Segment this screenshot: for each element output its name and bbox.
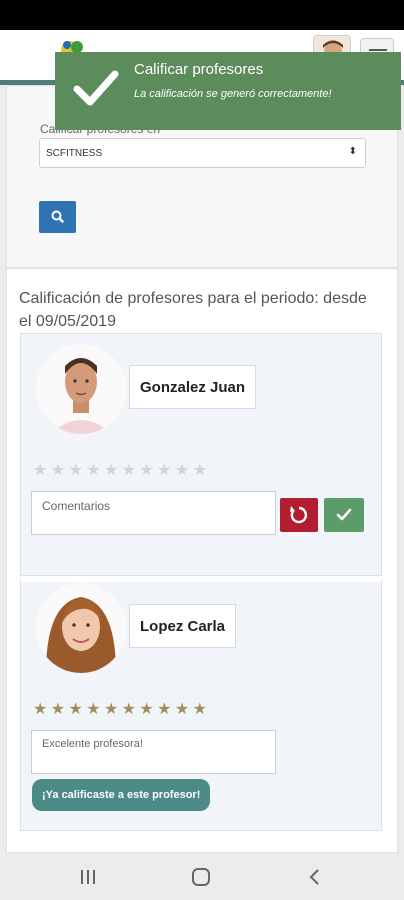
- comment-input[interactable]: Comentarios: [31, 491, 276, 535]
- star-icon[interactable]: ★: [86, 463, 100, 479]
- star-icon[interactable]: ★: [193, 463, 207, 479]
- star-icon[interactable]: ★: [104, 463, 118, 479]
- teacher-name: Gonzalez Juan: [129, 365, 257, 409]
- teacher-photo: [36, 583, 126, 673]
- select-arrows-icon: ⬍: [348, 146, 357, 157]
- star-icon[interactable]: ★: [139, 702, 153, 718]
- system-nav-bar: [0, 853, 404, 900]
- star-icon[interactable]: ★: [122, 463, 136, 479]
- star-icon[interactable]: ★: [33, 702, 47, 718]
- star-icon[interactable]: ★: [68, 463, 82, 479]
- rating-stars[interactable]: ★ ★ ★ ★ ★ ★ ★ ★ ★ ★: [33, 463, 207, 479]
- search-icon: [51, 210, 64, 223]
- star-icon[interactable]: ★: [175, 702, 189, 718]
- star-icon[interactable]: ★: [33, 463, 47, 479]
- star-icon[interactable]: ★: [51, 463, 65, 479]
- rating-stars[interactable]: ★ ★ ★ ★ ★ ★ ★ ★ ★ ★: [33, 702, 207, 718]
- period-title: Calificación de profesores para el perio…: [19, 290, 367, 330]
- teacher-card: Gonzalez Juan ★ ★ ★ ★ ★ ★ ★ ★ ★ ★ Comentarios: [20, 333, 382, 576]
- reset-button[interactable]: [280, 498, 318, 532]
- star-icon[interactable]: ★: [157, 463, 171, 479]
- comment-placeholder: Comentarios: [42, 499, 111, 513]
- star-icon[interactable]: ★: [175, 463, 189, 479]
- star-icon[interactable]: ★: [193, 702, 207, 718]
- star-icon[interactable]: ★: [157, 702, 171, 718]
- already-rated-badge: ¡Ya calificaste a este profesor!: [32, 779, 211, 811]
- school-select-value: SCFITNESS: [46, 148, 103, 159]
- toast-title: Calificar profesores: [134, 61, 264, 78]
- teacher-photo: [36, 344, 126, 434]
- star-icon[interactable]: ★: [122, 702, 136, 718]
- undo-icon: [290, 506, 308, 524]
- confirm-button[interactable]: [324, 498, 364, 532]
- teacher-card: Lopez Carla ★ ★ ★ ★ ★ ★ ★ ★ ★ ★ Excelente profeso…: [20, 576, 382, 831]
- toast-message: La calificación se generó correctamente!: [134, 88, 332, 100]
- check-icon: [73, 70, 119, 106]
- star-icon[interactable]: ★: [68, 702, 82, 718]
- home-icon[interactable]: [191, 867, 211, 887]
- comment-input[interactable]: Excelente profesora!: [31, 730, 276, 774]
- menu-icon: [369, 49, 387, 51]
- star-icon[interactable]: ★: [51, 702, 65, 718]
- school-select[interactable]: SCFITNESS ⬍: [39, 138, 366, 168]
- success-toast[interactable]: Calificar profesores La calificación se …: [55, 52, 401, 130]
- star-icon[interactable]: ★: [139, 463, 153, 479]
- star-icon[interactable]: ★: [86, 702, 100, 718]
- star-icon[interactable]: ★: [104, 702, 118, 718]
- recent-apps-icon[interactable]: [79, 868, 97, 886]
- teacher-name: Lopez Carla: [129, 604, 237, 648]
- search-button[interactable]: [39, 201, 76, 233]
- back-icon[interactable]: [307, 868, 321, 886]
- status-bar: [0, 0, 404, 30]
- comment-value: Excelente profesora!: [42, 738, 143, 750]
- check-icon: [336, 508, 352, 521]
